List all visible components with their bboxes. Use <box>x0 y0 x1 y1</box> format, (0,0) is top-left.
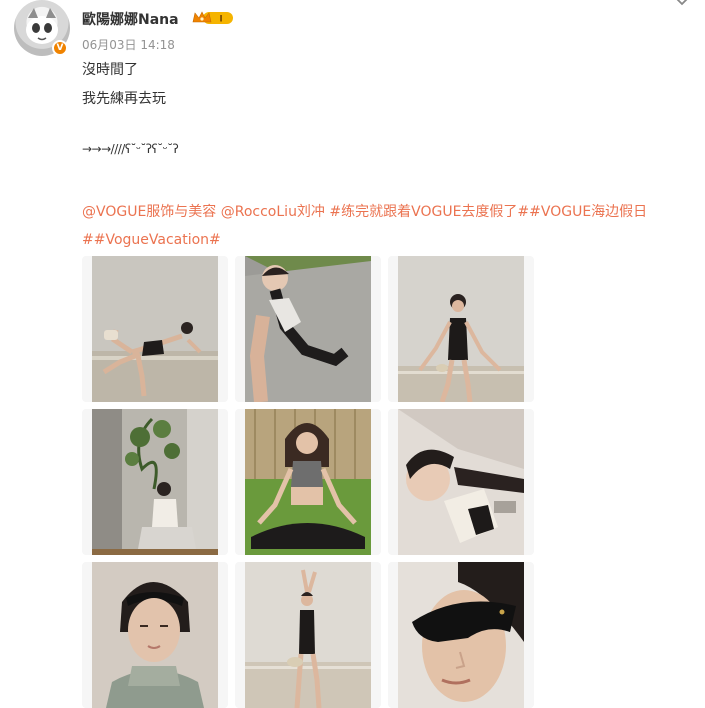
grid-image-1[interactable] <box>82 256 228 402</box>
photo-meditation-grass <box>245 409 371 555</box>
more-chevron-icon[interactable] <box>674 0 690 6</box>
photo-lying-selfie <box>398 409 524 555</box>
grid-image-5[interactable] <box>235 409 381 555</box>
post-tags: @VOGUE服饰与美容 @RoccoLiu刘冲 #练完就跟着VOGUE去度假了#… <box>82 198 692 254</box>
topic-tag-1[interactable]: #练完就跟着VOGUE去度假了# <box>329 204 529 220</box>
photo-black-sunglasses <box>398 562 524 708</box>
grid-image-9[interactable] <box>388 562 534 708</box>
grid-image-8[interactable] <box>235 562 381 708</box>
post-text-line-2: 我先練再去玩 <box>82 91 166 107</box>
photo-plant-indoors <box>92 409 218 555</box>
grid-image-4[interactable] <box>82 409 228 555</box>
verified-v-icon: V <box>52 40 68 56</box>
crown-level-icon[interactable]: I <box>191 10 235 26</box>
photo-yoga-balance <box>92 256 218 402</box>
post-text-line-1: 沒時間了 <box>82 62 138 78</box>
grid-image-3[interactable] <box>388 256 534 402</box>
photo-slope-selfie <box>245 256 371 402</box>
author-name[interactable]: 歐陽娜娜Nana <box>82 9 179 29</box>
grid-image-6[interactable] <box>388 409 534 555</box>
mention-rocco[interactable]: @RoccoLiu刘冲 <box>221 204 325 220</box>
photo-arms-raised <box>245 562 371 708</box>
grid-image-2[interactable] <box>235 256 381 402</box>
mention-vogue[interactable]: @VOGUE服饰与美容 <box>82 204 216 220</box>
post-decor-line: →→→////ʕ˘ᵕ˘ʔʕ˘ᵕ˘ʔ <box>82 142 179 156</box>
topic-tag-3[interactable]: #VogueVacation# <box>94 232 221 248</box>
photo-standing-pose <box>398 256 524 402</box>
level-number: I <box>219 15 222 25</box>
grid-image-7[interactable] <box>82 562 228 708</box>
post-timestamp[interactable]: 06月03日 14:18 <box>82 36 175 53</box>
photo-sunglasses-on-head <box>92 562 218 708</box>
